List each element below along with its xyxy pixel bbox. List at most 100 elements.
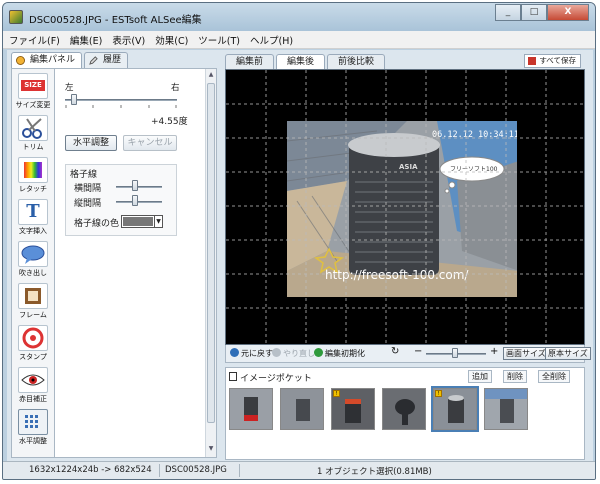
title-bar: DSC00528.JPG - ESTsoft ALSee編集 _ □ X xyxy=(3,3,595,31)
stamp-icon xyxy=(18,325,48,351)
status-bar: 1632x1224x24b -> 682x524 DSC00528.JPG 1 … xyxy=(3,461,595,479)
tab-after[interactable]: 編集後 xyxy=(276,54,326,69)
tool-retouch[interactable]: レタッチ xyxy=(14,157,52,197)
pocket-thumbnail[interactable]: ! xyxy=(331,388,375,430)
tool-stamp-label: スタンプ xyxy=(19,353,47,361)
level-icon xyxy=(18,409,48,435)
horizontal-spacing-thumb[interactable] xyxy=(132,180,138,191)
grid-horizontal-label: 横間隔 xyxy=(74,184,102,194)
grid-vertical-label: 縦間隔 xyxy=(74,199,102,209)
pocket-thumbnail[interactable] xyxy=(280,388,324,430)
menu-file[interactable]: ファイル(F) xyxy=(9,33,60,47)
warning-icon: ! xyxy=(333,390,340,397)
reset-label: 編集初期化 xyxy=(325,349,365,358)
save-all-label: すべて保存 xyxy=(539,56,576,65)
tool-text[interactable]: T 文字挿入 xyxy=(14,199,52,239)
scissors-icon xyxy=(18,115,48,141)
left-panel-scrollbar[interactable]: ▲ ▼ xyxy=(205,69,216,457)
pocket-thumbnail[interactable] xyxy=(382,388,426,430)
reset-icon xyxy=(314,348,323,357)
menu-bar: ファイル(F) 編集(E) 表示(V) 効果(C) ツール(T) ヘルプ(H) xyxy=(3,31,595,49)
menu-tools[interactable]: ツール(T) xyxy=(198,33,240,47)
fit-screen-button[interactable]: 画面サイズ xyxy=(503,347,549,360)
tool-trim-label: トリム xyxy=(22,143,44,151)
text-insert-icon: T xyxy=(18,199,48,225)
close-button[interactable]: X xyxy=(547,4,589,21)
status-divider xyxy=(159,464,160,477)
tool-level[interactable]: 水平調整 xyxy=(14,409,52,449)
tab-history[interactable]: 履歴 xyxy=(84,52,129,68)
menu-view[interactable]: 表示(V) xyxy=(112,33,145,47)
pocket-remove-button[interactable]: 削除 xyxy=(503,370,527,383)
tab-history-label: 履歴 xyxy=(103,55,122,65)
window-title: DSC00528.JPG - ESTsoft ALSee編集 xyxy=(29,15,202,26)
tool-stamp[interactable]: スタンプ xyxy=(14,325,52,365)
angle-value: +4.55度 xyxy=(151,117,188,127)
client-area: 編集パネル 履歴 SIZE サイズ変更 トリム レタッチ T 文字挿入 吹き出し… xyxy=(7,50,593,462)
undo-label: 元に戻す xyxy=(241,349,273,358)
angle-slider-ticks xyxy=(65,105,177,108)
tab-edit-panel[interactable]: 編集パネル xyxy=(11,52,83,68)
pocket-add-button[interactable]: 追加 xyxy=(468,370,492,383)
save-icon xyxy=(528,57,537,65)
zoom-in-button[interactable]: + xyxy=(490,346,498,357)
grid-color-picker[interactable]: ▼ xyxy=(121,215,163,228)
tool-frame[interactable]: フレーム xyxy=(14,283,52,323)
tool-frame-label: フレーム xyxy=(19,311,47,319)
warning-icon: ! xyxy=(435,390,442,397)
reset-edit-button[interactable]: 編集初期化 xyxy=(314,348,365,359)
image-canvas[interactable]: 06.12.12 10:34:11 フリーソフト100 ASIA http://… xyxy=(225,69,585,345)
tool-trim[interactable]: トリム xyxy=(14,115,52,155)
red-eye-icon xyxy=(18,367,48,393)
status-selection: 1 オブジェクト選択(0.81MB) xyxy=(317,467,432,477)
size-icon: SIZE xyxy=(18,73,48,99)
tool-balloon[interactable]: 吹き出し xyxy=(14,241,52,281)
maximize-button[interactable]: □ xyxy=(521,4,547,21)
minimize-button[interactable]: _ xyxy=(495,4,521,21)
menu-help[interactable]: ヘルプ(H) xyxy=(250,33,293,47)
tool-redeye[interactable]: 赤目補正 xyxy=(14,367,52,407)
original-size-button[interactable]: 原本サイズ xyxy=(545,347,591,360)
angle-slider-track xyxy=(65,99,177,101)
tab-before[interactable]: 編集前 xyxy=(225,54,275,69)
pocket-thumbnail[interactable] xyxy=(484,388,528,430)
scroll-up-icon[interactable]: ▲ xyxy=(207,71,215,81)
chevron-down-icon: ▼ xyxy=(154,216,162,227)
scroll-down-icon[interactable]: ▼ xyxy=(207,445,215,455)
zoom-out-button[interactable]: − xyxy=(414,346,422,357)
redo-label: やり直し xyxy=(283,349,315,358)
grid-title: 格子線 xyxy=(70,170,98,180)
save-all-button[interactable]: すべて保存 xyxy=(524,54,581,68)
rotate-icon[interactable]: ↻ xyxy=(391,346,399,357)
pocket-thumbnail-selected[interactable]: ! xyxy=(431,386,479,432)
status-divider xyxy=(239,464,240,477)
menu-effects[interactable]: 効果(C) xyxy=(155,33,188,47)
grid-overlay xyxy=(226,70,584,344)
tool-level-label: 水平調整 xyxy=(19,437,47,445)
vertical-spacing-thumb[interactable] xyxy=(132,195,138,206)
pocket-thumbnail[interactable] xyxy=(229,388,273,430)
apply-level-button[interactable]: 水平調整 xyxy=(65,135,117,151)
text-insert-icon-glyph: T xyxy=(26,201,40,222)
undo-button[interactable]: 元に戻す xyxy=(230,348,273,359)
menu-edit[interactable]: 編集(E) xyxy=(70,33,102,47)
pocket-icon xyxy=(229,372,237,381)
zoom-slider-thumb[interactable] xyxy=(452,348,458,358)
tool-resize[interactable]: SIZE サイズ変更 xyxy=(14,73,52,113)
redo-button[interactable]: やり直し xyxy=(272,348,315,359)
tab-compare[interactable]: 前後比較 xyxy=(327,54,386,69)
tool-strip: SIZE サイズ変更 トリム レタッチ T 文字挿入 吹き出し フレーム スタン… xyxy=(11,68,55,458)
cancel-button[interactable]: キャンセル xyxy=(123,135,177,151)
angle-slider-thumb[interactable] xyxy=(71,94,77,105)
scroll-thumb[interactable] xyxy=(207,83,215,423)
level-panel: 左 右 +4.55度 水平調整 キャンセル 格子線 横間隔 縦間隔 格子線の色 xyxy=(55,68,217,458)
undo-icon xyxy=(230,348,239,357)
view-tabs: 編集前 編集後 前後比較 xyxy=(225,54,387,69)
palette-icon xyxy=(16,56,25,65)
tool-text-label: 文字挿入 xyxy=(19,227,47,235)
window-controls: _ □ X xyxy=(495,4,589,21)
pocket-remove-all-button[interactable]: 全削除 xyxy=(538,370,570,383)
app-window: DSC00528.JPG - ESTsoft ALSee編集 _ □ X ファイ… xyxy=(2,2,596,480)
tool-resize-label: サイズ変更 xyxy=(15,101,51,109)
grid-group: 格子線 横間隔 縦間隔 格子線の色 ▼ xyxy=(65,164,177,236)
